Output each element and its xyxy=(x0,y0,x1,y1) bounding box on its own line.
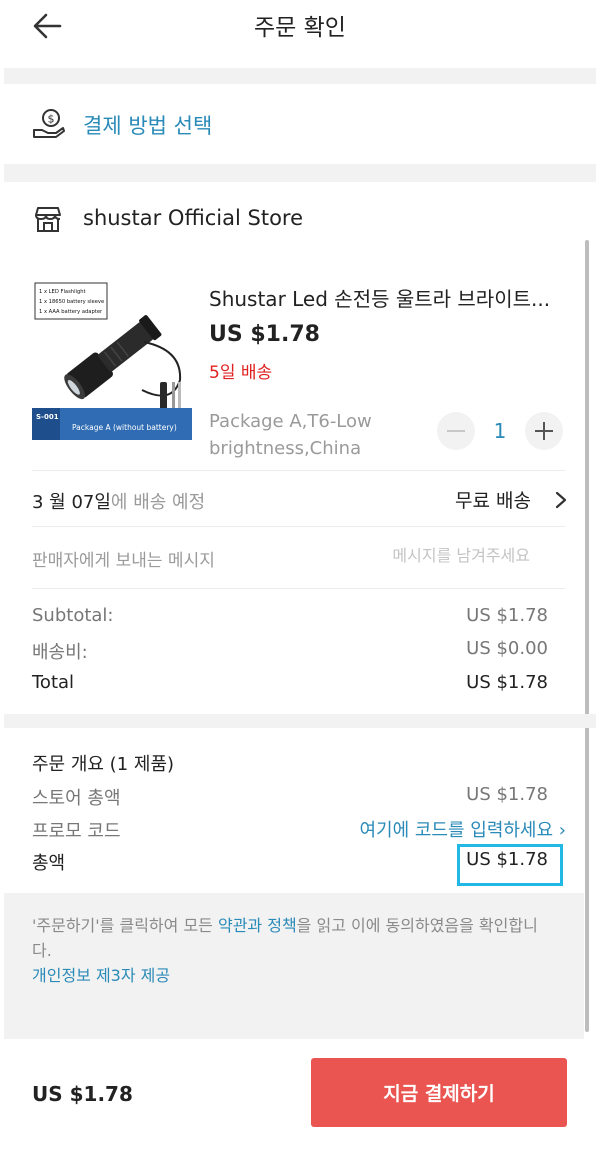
store-name[interactable]: shustar Official Store xyxy=(83,206,303,230)
store-total-value: US $1.78 xyxy=(466,784,548,805)
checkout-footer: US $1.78 지금 결제하기 xyxy=(0,1040,600,1155)
product-title[interactable]: Shustar Led 손전등 울트라 브라이트... xyxy=(209,283,579,312)
svg-text:$: $ xyxy=(48,113,55,126)
store-icon xyxy=(33,205,63,233)
product-variant: Package A,T6-Low brightness,China xyxy=(209,411,372,459)
quantity-increase-button[interactable] xyxy=(525,412,563,450)
image-package-text: Package A (without battery) xyxy=(72,423,177,432)
terms-notice: '주문하기'를 클릭하여 모든 약관과 정책을 읽고 이에 동의하였음을 확인합… xyxy=(4,893,584,1039)
seller-message-input[interactable] xyxy=(300,540,530,570)
chevron-right-icon: › xyxy=(558,820,566,841)
seller-message-label: 판매자에게 보내는 메시지 xyxy=(32,551,215,571)
terms-text: '주문하기'를 클릭하여 모든 xyxy=(32,916,218,935)
promo-code-label: 프로모 코드 xyxy=(32,821,121,842)
hand-coin-icon: $ xyxy=(32,108,66,140)
image-model-text: S-001 xyxy=(36,413,59,421)
footer-total: US $1.78 xyxy=(32,1082,133,1106)
delivery-estimate: 3 월 07일에 배송 예정 xyxy=(32,488,205,514)
shipping-option[interactable]: 무료 배송 xyxy=(455,486,531,513)
section-divider xyxy=(4,714,596,728)
image-content-line: 1 x 18650 battery sleeve xyxy=(39,299,104,305)
section-divider xyxy=(4,164,596,182)
subtotal-value: US $1.78 xyxy=(466,605,548,626)
shipping-fee-label: 배송비: xyxy=(32,642,88,663)
promo-code-link[interactable]: 여기에 코드를 입력하세요 › xyxy=(359,816,566,842)
payment-method-label: 결제 방법 선택 xyxy=(83,114,213,138)
divider xyxy=(32,470,565,471)
delivery-days-badge: 5일 배송 xyxy=(209,363,273,383)
image-content-line: 1 x LED Flashlight xyxy=(39,289,86,295)
quantity-value: 1 xyxy=(493,419,507,443)
store-total-label: 스토어 총액 xyxy=(32,788,121,809)
grand-total-label: 총액 xyxy=(32,853,66,874)
quantity-decrease-button[interactable] xyxy=(437,412,475,450)
delivery-date-suffix: 에 배송 예정 xyxy=(110,492,206,513)
scrollbar[interactable] xyxy=(585,240,589,1032)
delivery-date: 3 월 07일 xyxy=(32,492,111,513)
order-summary-title: 주문 개요 (1 제품) xyxy=(32,754,175,775)
highlight-box xyxy=(457,844,563,886)
product-price: US $1.78 xyxy=(209,322,320,347)
promo-code-link-text: 여기에 코드를 입력하세요 xyxy=(359,820,554,841)
subtotal-label: Subtotal: xyxy=(32,605,114,626)
privacy-third-party-link[interactable]: 개인정보 제3자 제공 xyxy=(32,963,556,988)
chevron-right-icon[interactable] xyxy=(554,491,568,509)
header: 주문 확인 xyxy=(0,0,600,52)
divider xyxy=(32,588,565,589)
shipping-fee-value: US $0.00 xyxy=(466,638,548,659)
terms-policy-link[interactable]: 약관과 정책 xyxy=(218,916,297,935)
divider xyxy=(32,526,565,527)
store-header: shustar Official Store xyxy=(0,196,600,246)
total-label: Total xyxy=(32,672,75,693)
section-divider xyxy=(4,68,596,84)
product-image[interactable]: 1 x LED Flashlight 1 x 18650 battery sle… xyxy=(32,280,192,440)
page-title: 주문 확인 xyxy=(254,15,346,41)
pay-now-button[interactable]: 지금 결제하기 xyxy=(311,1058,567,1127)
image-content-line: 1 x AAA battery adapter xyxy=(39,309,103,315)
total-value: US $1.78 xyxy=(466,672,548,693)
payment-method-row[interactable]: $ 결제 방법 선택 xyxy=(0,92,600,156)
